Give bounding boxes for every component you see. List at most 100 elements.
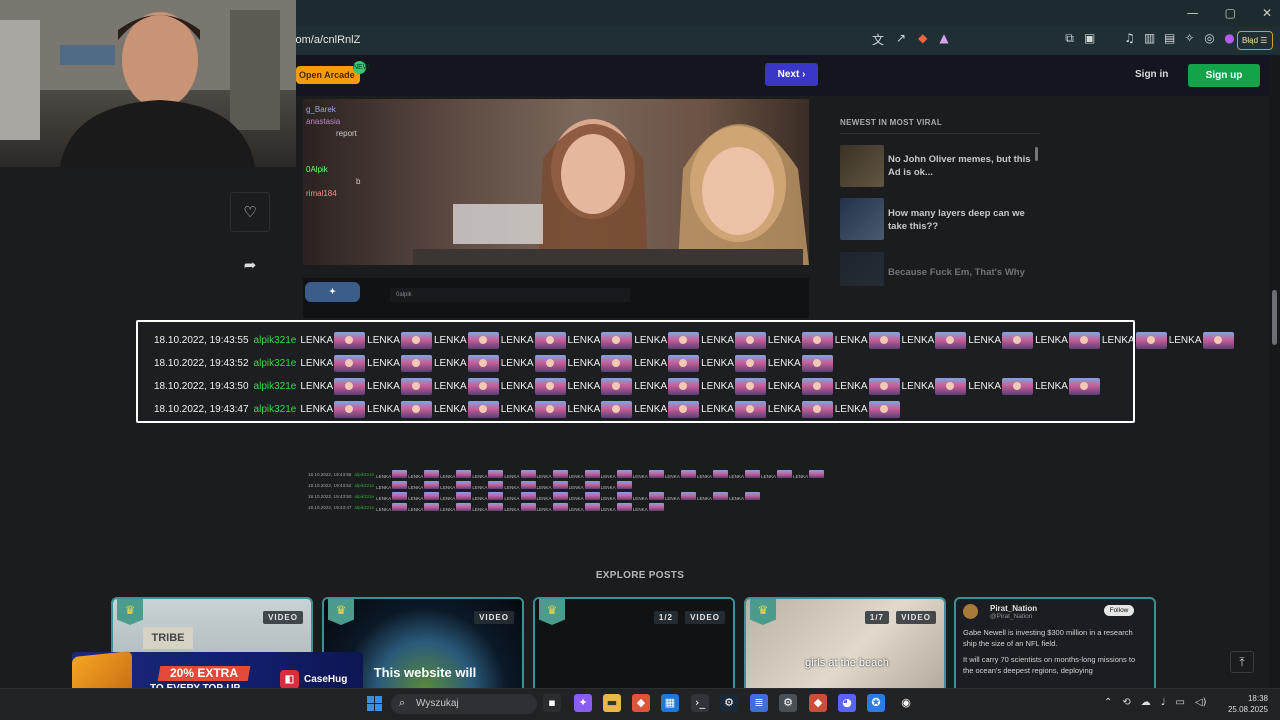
mini-chat-line: 18.10.2022, 19:43:47 alpik321e LENKA LENK… xyxy=(308,502,808,513)
obs-icon[interactable]: ◉ xyxy=(897,694,915,712)
minimize-icon[interactable]: — xyxy=(1187,6,1199,20)
mini-emote-word: LENKA xyxy=(761,474,777,479)
sidebar-thumb[interactable] xyxy=(840,145,884,187)
sidebar-item-title[interactable]: How many layers deep can we take this?? xyxy=(888,207,1033,233)
lenka-emote-icon xyxy=(1068,377,1100,395)
vpn-icon[interactable]: ◎ xyxy=(1204,31,1215,46)
mini-emote-icon xyxy=(552,470,568,478)
emote-word: LENKA xyxy=(834,403,868,415)
emote-sequence: LENKA LENKA LENKA LENKA LENKA LENKA LENKA LENKA xyxy=(300,354,834,372)
address-bar[interactable]: com/a/cnlRnlZ xyxy=(290,29,860,51)
emote-word: LENKA xyxy=(901,334,935,346)
brave-rewards-icon[interactable]: ▲ xyxy=(939,31,948,48)
lenka-emote-icon xyxy=(868,400,900,418)
microphone-icon[interactable]: ♩ xyxy=(1161,697,1166,708)
volume-icon[interactable]: ◁) xyxy=(1195,697,1207,708)
webcam-person-image xyxy=(0,0,296,167)
like-button[interactable]: ♡ xyxy=(230,192,270,232)
music-icon[interactable]: ♫ xyxy=(1124,31,1135,46)
emote-word: LENKA xyxy=(500,380,534,392)
terminal-icon[interactable]: ›_ xyxy=(691,694,709,712)
stream-logo: ✦ xyxy=(305,282,360,302)
cloud-icon[interactable]: ☁ xyxy=(1141,697,1151,708)
copilot-icon[interactable]: ✦ xyxy=(574,694,592,712)
lenka-emote-icon xyxy=(400,400,432,418)
mini-emote-word: LENKA xyxy=(504,496,520,501)
translate-icon[interactable]: 文 xyxy=(872,31,884,48)
clock-date: 25.08.2025 xyxy=(1227,705,1268,714)
open-arcade-label: Open Arcade xyxy=(299,70,355,80)
extension-error-button[interactable]: Błąd ☰ xyxy=(1237,31,1273,50)
emote-word: LENKA xyxy=(300,403,334,415)
sidebar-icon[interactable]: ▥ xyxy=(1144,31,1155,46)
share-page-icon[interactable]: ↗ xyxy=(896,31,906,48)
share-button[interactable]: ➦ xyxy=(230,245,270,285)
trophy-icon: ♛ xyxy=(546,603,558,617)
share-icon: ➦ xyxy=(243,256,257,274)
sidebar-scroll-thumb[interactable] xyxy=(1035,147,1038,161)
stream-chat-overlay: g_Barek anastasia report 0Alpik b rimal1… xyxy=(306,104,446,200)
mini-emote-word: LENKA xyxy=(632,496,648,501)
brave-browser-icon[interactable]: ◆ xyxy=(632,694,650,712)
sign-up-button[interactable]: Sign up xyxy=(1188,64,1260,87)
sidebar-item-title[interactable]: No John Oliver memes, but this Ad is ok.… xyxy=(888,153,1033,179)
lenka-emote-icon xyxy=(334,377,366,395)
settings-icon[interactable]: ⚙ xyxy=(779,694,797,712)
display-icon[interactable]: ▭ xyxy=(1176,697,1185,708)
tweet-follow-button[interactable]: Follow xyxy=(1104,605,1134,616)
discord-icon[interactable]: ◕ xyxy=(838,694,856,712)
stream-search-field: 0alpik xyxy=(390,288,630,302)
brave-active-icon[interactable]: ◆ xyxy=(809,694,827,712)
lenka-emote-icon xyxy=(668,377,700,395)
next-button[interactable]: Next › xyxy=(765,63,818,86)
mini-emote-icon xyxy=(616,503,632,511)
screenshot-icon[interactable]: ▣ xyxy=(1084,31,1095,46)
chat-username: alpik321e xyxy=(253,403,297,415)
leo-icon[interactable]: ✧ xyxy=(1184,31,1195,46)
sign-in-link[interactable]: Sign in xyxy=(1135,69,1168,80)
open-arcade-button[interactable]: Open Arcade xyxy=(296,66,360,84)
card-caption: TRIBE xyxy=(143,627,193,649)
mini-emote-icon xyxy=(648,470,664,478)
mini-emote-icon xyxy=(809,470,825,478)
chat-overlay-line xyxy=(306,152,446,164)
mini-timestamp: 18.10.2022, 19:43:50 xyxy=(308,494,352,499)
brave-shield-icon[interactable]: ◆ xyxy=(918,31,927,48)
emote-word: LENKA xyxy=(300,357,334,369)
windows-start-button[interactable] xyxy=(367,696,383,712)
notes-icon[interactable]: ≣ xyxy=(750,694,768,712)
casehug-logo-icon: ◧ xyxy=(280,670,299,689)
restore-icon[interactable]: ▢ xyxy=(1225,6,1236,20)
page-scrollbar-thumb[interactable] xyxy=(1272,290,1277,345)
taskbar-search[interactable]: Wyszukaj xyxy=(391,694,537,714)
store-icon[interactable]: ▦ xyxy=(661,694,679,712)
emote-word: LENKA xyxy=(834,334,868,346)
emote-word: LENKA xyxy=(500,357,534,369)
mini-emote-sequence: LENKA LENKA LENKA LENKA LENKA LENKA LENKA LENKA… xyxy=(376,470,825,479)
close-icon[interactable]: ✕ xyxy=(1262,6,1272,20)
lenka-emote-icon xyxy=(801,400,833,418)
next-label: Next xyxy=(777,69,800,80)
lenka-emote-icon xyxy=(668,354,700,372)
sidebar-thumb[interactable] xyxy=(840,198,884,240)
app-icon[interactable]: ✪ xyxy=(867,694,885,712)
lenka-emote-icon xyxy=(801,377,833,395)
sidebar-item-title[interactable]: Because Fuck Em, That's Why xyxy=(888,266,1033,279)
steam-icon[interactable]: ⚙ xyxy=(720,694,738,712)
task-view-icon[interactable]: ▪ xyxy=(543,694,561,712)
taskbar-clock[interactable]: 18:38 25.08.2025 xyxy=(1224,693,1268,715)
lenka-emote-icon xyxy=(868,331,900,349)
extensions-icon[interactable]: ⧉ xyxy=(1064,31,1075,46)
profile-icon[interactable]: ● xyxy=(1224,31,1235,46)
mini-username: alpik321e xyxy=(354,505,375,510)
network-app-icon[interactable]: ⟲ xyxy=(1122,697,1130,708)
mini-emote-word: LENKA xyxy=(793,474,809,479)
chevron-up-icon[interactable]: ⌃ xyxy=(1104,697,1112,708)
file-explorer-icon[interactable]: ▬ xyxy=(603,694,621,712)
clock-time: 18:38 xyxy=(1247,694,1268,703)
wallet-icon[interactable]: ▤ xyxy=(1164,31,1175,46)
lenka-emote-icon xyxy=(734,377,766,395)
sidebar-thumb[interactable] xyxy=(840,252,884,286)
scroll-to-top-button[interactable]: ⤒ xyxy=(1230,651,1254,673)
page-scrollbar[interactable] xyxy=(1269,55,1280,688)
